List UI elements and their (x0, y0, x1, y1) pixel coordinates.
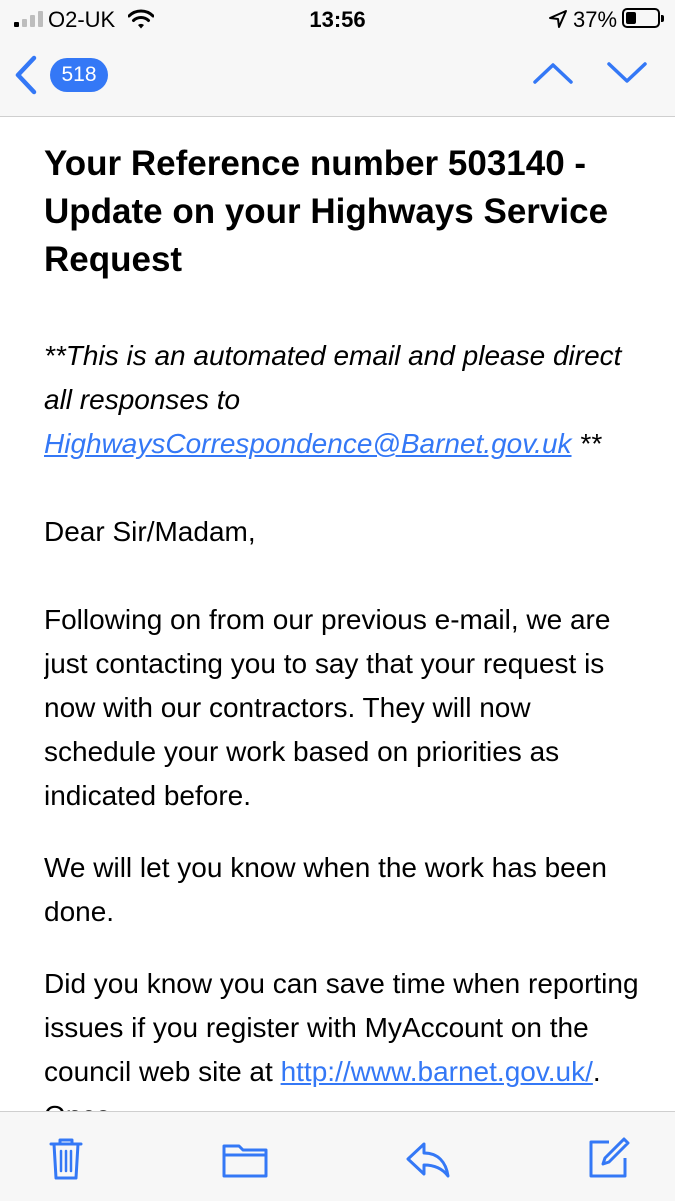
back-button-unread-count[interactable]: 518 (50, 58, 108, 92)
trash-icon[interactable] (42, 1134, 90, 1182)
email-link[interactable]: HighwaysCorrespondence@Barnet.gov.uk (44, 428, 572, 459)
bottom-toolbar (0, 1111, 675, 1201)
paragraph-notify: We will let you know when the work has b… (44, 852, 607, 927)
paragraph-contractors: Following on from our previous e-mail, w… (44, 604, 611, 811)
paragraph-myaccount: Did you know you can save time when repo… (44, 962, 644, 1111)
status-bar: O2-UK 13:56 37% (0, 0, 675, 40)
location-arrow-icon (549, 10, 567, 28)
previous-message-button[interactable] (530, 58, 576, 88)
battery-percentage: 37% (573, 7, 618, 32)
reply-icon[interactable] (404, 1134, 452, 1182)
website-link[interactable]: http://www.barnet.gov.uk/ (281, 1056, 593, 1087)
notice-suffix: ** (571, 428, 602, 459)
automated-notice: **This is an automated email and please … (44, 334, 644, 466)
notice-text: **This is an automated email and please … (44, 340, 622, 415)
mail-nav-bar: 518 (0, 40, 675, 117)
compose-icon[interactable] (585, 1134, 633, 1182)
email-body[interactable]: Your Reference number 503140 - Update on… (44, 116, 644, 1111)
battery-icon (622, 8, 664, 28)
salutation: Dear Sir/Madam, (44, 516, 256, 547)
folder-icon[interactable] (221, 1134, 269, 1182)
email-subject: Your Reference number 503140 - Update on… (44, 144, 609, 279)
back-chevron-icon[interactable] (10, 52, 40, 98)
next-message-button[interactable] (604, 58, 650, 88)
